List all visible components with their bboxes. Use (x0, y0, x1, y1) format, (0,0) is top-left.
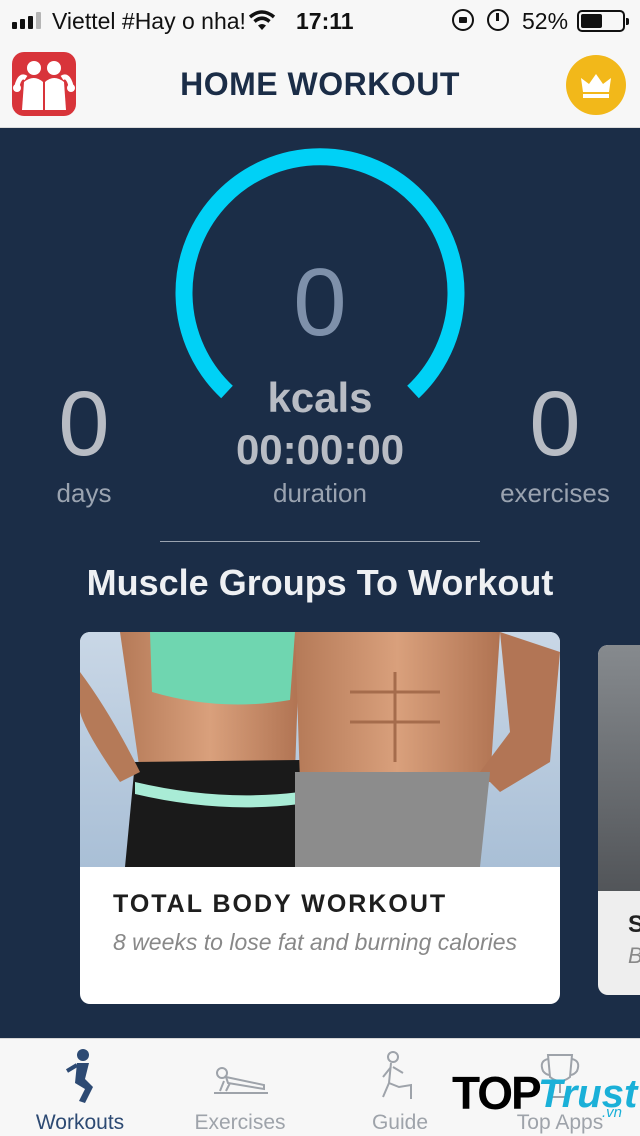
workout-card-next[interactable]: S B (598, 645, 640, 995)
watermark-vn: .vn (602, 1104, 623, 1121)
tab-label: Guide (371, 1111, 429, 1134)
workout-photo (80, 632, 560, 867)
watermark-top: TOP (452, 1067, 542, 1119)
tab-label: Exercises (194, 1111, 286, 1134)
divider (160, 541, 480, 542)
squat-icon (65, 1049, 93, 1103)
days-value: 0 (58, 373, 110, 475)
watermark-logo: TOP Trust .vn (452, 1060, 637, 1121)
section-title: Muscle Groups To Workout (86, 562, 554, 603)
days-label: days (56, 478, 112, 508)
pushup-icon (214, 1067, 268, 1094)
tab-label: Workouts (35, 1111, 125, 1134)
tab-exercises[interactable]: Exercises (170, 1039, 310, 1136)
kcals-value: 0 (293, 249, 347, 356)
watermark-trust: Trust (538, 1072, 638, 1116)
card-title: TOTAL BODY WORKOUT (113, 890, 448, 918)
card-description: B (628, 943, 640, 969)
kcals-label: kcals (267, 374, 373, 421)
card-title: S (628, 911, 640, 938)
duration-value: 00:00:00 (235, 426, 405, 473)
exercises-value: 0 (529, 373, 581, 475)
duration-label: duration (273, 478, 367, 508)
exercises-label: exercises (500, 478, 610, 508)
stretch-icon (382, 1051, 412, 1099)
workout-card-total-body[interactable]: TOTAL BODY WORKOUT 8 weeks to lose fat a… (80, 632, 560, 1004)
tab-guide[interactable]: Guide (330, 1039, 470, 1136)
workout-photo (598, 645, 640, 891)
tab-workouts[interactable]: Workouts (10, 1039, 150, 1136)
card-description: 8 weeks to lose fat and burning calories (113, 929, 518, 955)
